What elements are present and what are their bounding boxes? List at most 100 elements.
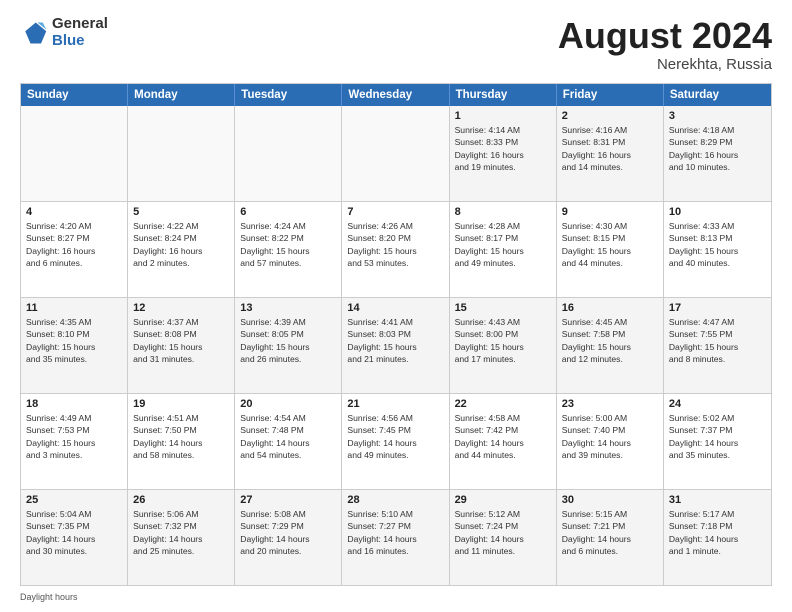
day-number: 13	[240, 302, 336, 314]
day-info: Sunrise: 5:15 AM Sunset: 7:21 PM Dayligh…	[562, 508, 658, 558]
day-info: Sunrise: 4:20 AM Sunset: 8:27 PM Dayligh…	[26, 220, 122, 270]
day-info: Sunrise: 5:12 AM Sunset: 7:24 PM Dayligh…	[455, 508, 551, 558]
calendar-cell: 18 Sunrise: 4:49 AM Sunset: 7:53 PM Dayli…	[21, 394, 128, 489]
calendar-cell	[21, 106, 128, 201]
day-info: Sunrise: 5:04 AM Sunset: 7:35 PM Dayligh…	[26, 508, 122, 558]
day-info: Sunrise: 4:33 AM Sunset: 8:13 PM Dayligh…	[669, 220, 766, 270]
calendar-cell: 25 Sunrise: 5:04 AM Sunset: 7:35 PM Dayli…	[21, 490, 128, 585]
day-number: 27	[240, 494, 336, 506]
calendar-cell: 16 Sunrise: 4:45 AM Sunset: 7:58 PM Dayli…	[557, 298, 664, 393]
calendar-header-cell: Friday	[557, 84, 664, 106]
calendar-cell: 31Sunrise: 5:17 AM Sunset: 7:18 PM Dayli…	[664, 490, 771, 585]
calendar-cell: 11Sunrise: 4:35 AM Sunset: 8:10 PM Dayli…	[21, 298, 128, 393]
calendar-cell	[342, 106, 449, 201]
day-info: Sunrise: 5:00 AM Sunset: 7:40 PM Dayligh…	[562, 412, 658, 462]
calendar-cell: 13 Sunrise: 4:39 AM Sunset: 8:05 PM Dayli…	[235, 298, 342, 393]
logo-text: General Blue	[52, 16, 108, 49]
day-info: Sunrise: 4:45 AM Sunset: 7:58 PM Dayligh…	[562, 316, 658, 366]
day-number: 12	[133, 302, 229, 314]
day-number: 10	[669, 206, 766, 218]
day-info: Sunrise: 4:58 AM Sunset: 7:42 PM Dayligh…	[455, 412, 551, 462]
day-number: 21	[347, 398, 443, 410]
calendar-row: 18 Sunrise: 4:49 AM Sunset: 7:53 PM Dayli…	[21, 394, 771, 490]
calendar-body: 1Sunrise: 4:14 AM Sunset: 8:33 PM Daylig…	[21, 106, 771, 585]
calendar-cell: 28 Sunrise: 5:10 AM Sunset: 7:27 PM Dayli…	[342, 490, 449, 585]
day-info: Sunrise: 5:08 AM Sunset: 7:29 PM Dayligh…	[240, 508, 336, 558]
page: General Blue August 2024 Nerekhta, Russi…	[0, 0, 792, 612]
day-number: 26	[133, 494, 229, 506]
calendar-row: 25 Sunrise: 5:04 AM Sunset: 7:35 PM Dayli…	[21, 490, 771, 585]
day-number: 6	[240, 206, 336, 218]
day-info: Sunrise: 4:22 AM Sunset: 8:24 PM Dayligh…	[133, 220, 229, 270]
calendar-header-cell: Tuesday	[235, 84, 342, 106]
day-number: 17	[669, 302, 766, 314]
day-info: Sunrise: 4:54 AM Sunset: 7:48 PM Dayligh…	[240, 412, 336, 462]
day-info: Sunrise: 4:47 AM Sunset: 7:55 PM Dayligh…	[669, 316, 766, 366]
calendar-cell: 30 Sunrise: 5:15 AM Sunset: 7:21 PM Dayli…	[557, 490, 664, 585]
calendar-header-cell: Monday	[128, 84, 235, 106]
day-info: Sunrise: 4:51 AM Sunset: 7:50 PM Dayligh…	[133, 412, 229, 462]
calendar-cell: 17 Sunrise: 4:47 AM Sunset: 7:55 PM Dayli…	[664, 298, 771, 393]
day-number: 24	[669, 398, 766, 410]
title-block: August 2024 Nerekhta, Russia	[558, 16, 772, 73]
day-number: 9	[562, 206, 658, 218]
logo-icon	[20, 19, 48, 47]
day-number: 7	[347, 206, 443, 218]
calendar-cell: 2 Sunrise: 4:16 AM Sunset: 8:31 PM Daylig…	[557, 106, 664, 201]
logo-blue: Blue	[52, 33, 108, 50]
day-info: Sunrise: 4:18 AM Sunset: 8:29 PM Dayligh…	[669, 124, 766, 174]
day-number: 18	[26, 398, 122, 410]
day-number: 20	[240, 398, 336, 410]
day-info: Sunrise: 4:41 AM Sunset: 8:03 PM Dayligh…	[347, 316, 443, 366]
calendar-cell: 8 Sunrise: 4:28 AM Sunset: 8:17 PM Daylig…	[450, 202, 557, 297]
day-number: 15	[455, 302, 551, 314]
calendar-header-cell: Wednesday	[342, 84, 449, 106]
calendar-cell: 7Sunrise: 4:26 AM Sunset: 8:20 PM Daylig…	[342, 202, 449, 297]
calendar-cell: 15Sunrise: 4:43 AM Sunset: 8:00 PM Dayli…	[450, 298, 557, 393]
title-month: August 2024	[558, 16, 772, 56]
day-info: Sunrise: 4:37 AM Sunset: 8:08 PM Dayligh…	[133, 316, 229, 366]
day-info: Sunrise: 4:30 AM Sunset: 8:15 PM Dayligh…	[562, 220, 658, 270]
day-number: 2	[562, 110, 658, 122]
day-info: Sunrise: 5:10 AM Sunset: 7:27 PM Dayligh…	[347, 508, 443, 558]
day-number: 16	[562, 302, 658, 314]
calendar-cell: 22 Sunrise: 4:58 AM Sunset: 7:42 PM Dayli…	[450, 394, 557, 489]
calendar-cell: 29Sunrise: 5:12 AM Sunset: 7:24 PM Dayli…	[450, 490, 557, 585]
calendar-header: SundayMondayTuesdayWednesdayThursdayFrid…	[21, 84, 771, 106]
day-number: 31	[669, 494, 766, 506]
calendar-header-cell: Saturday	[664, 84, 771, 106]
day-number: 25	[26, 494, 122, 506]
calendar-cell	[128, 106, 235, 201]
day-info: Sunrise: 4:28 AM Sunset: 8:17 PM Dayligh…	[455, 220, 551, 270]
calendar: SundayMondayTuesdayWednesdayThursdayFrid…	[20, 83, 772, 586]
calendar-cell: 9 Sunrise: 4:30 AM Sunset: 8:15 PM Daylig…	[557, 202, 664, 297]
calendar-row: 1Sunrise: 4:14 AM Sunset: 8:33 PM Daylig…	[21, 106, 771, 202]
footer: Daylight hours	[20, 592, 772, 602]
day-number: 8	[455, 206, 551, 218]
day-number: 30	[562, 494, 658, 506]
calendar-cell: 3 Sunrise: 4:18 AM Sunset: 8:29 PM Daylig…	[664, 106, 771, 201]
day-info: Sunrise: 4:16 AM Sunset: 8:31 PM Dayligh…	[562, 124, 658, 174]
day-info: Sunrise: 4:39 AM Sunset: 8:05 PM Dayligh…	[240, 316, 336, 366]
calendar-row: 11Sunrise: 4:35 AM Sunset: 8:10 PM Dayli…	[21, 298, 771, 394]
calendar-cell: 21Sunrise: 4:56 AM Sunset: 7:45 PM Dayli…	[342, 394, 449, 489]
day-number: 23	[562, 398, 658, 410]
calendar-cell: 20 Sunrise: 4:54 AM Sunset: 7:48 PM Dayli…	[235, 394, 342, 489]
title-location: Nerekhta, Russia	[558, 56, 772, 73]
day-info: Sunrise: 4:14 AM Sunset: 8:33 PM Dayligh…	[455, 124, 551, 174]
calendar-cell: 24Sunrise: 5:02 AM Sunset: 7:37 PM Dayli…	[664, 394, 771, 489]
calendar-header-cell: Sunday	[21, 84, 128, 106]
calendar-header-cell: Thursday	[450, 84, 557, 106]
calendar-cell: 1Sunrise: 4:14 AM Sunset: 8:33 PM Daylig…	[450, 106, 557, 201]
calendar-cell: 23 Sunrise: 5:00 AM Sunset: 7:40 PM Dayli…	[557, 394, 664, 489]
day-number: 28	[347, 494, 443, 506]
calendar-cell: 4 Sunrise: 4:20 AM Sunset: 8:27 PM Daylig…	[21, 202, 128, 297]
day-info: Sunrise: 4:49 AM Sunset: 7:53 PM Dayligh…	[26, 412, 122, 462]
day-number: 22	[455, 398, 551, 410]
day-number: 5	[133, 206, 229, 218]
day-number: 4	[26, 206, 122, 218]
day-info: Sunrise: 5:06 AM Sunset: 7:32 PM Dayligh…	[133, 508, 229, 558]
header: General Blue August 2024 Nerekhta, Russi…	[20, 16, 772, 73]
calendar-cell: 19Sunrise: 4:51 AM Sunset: 7:50 PM Dayli…	[128, 394, 235, 489]
day-number: 3	[669, 110, 766, 122]
